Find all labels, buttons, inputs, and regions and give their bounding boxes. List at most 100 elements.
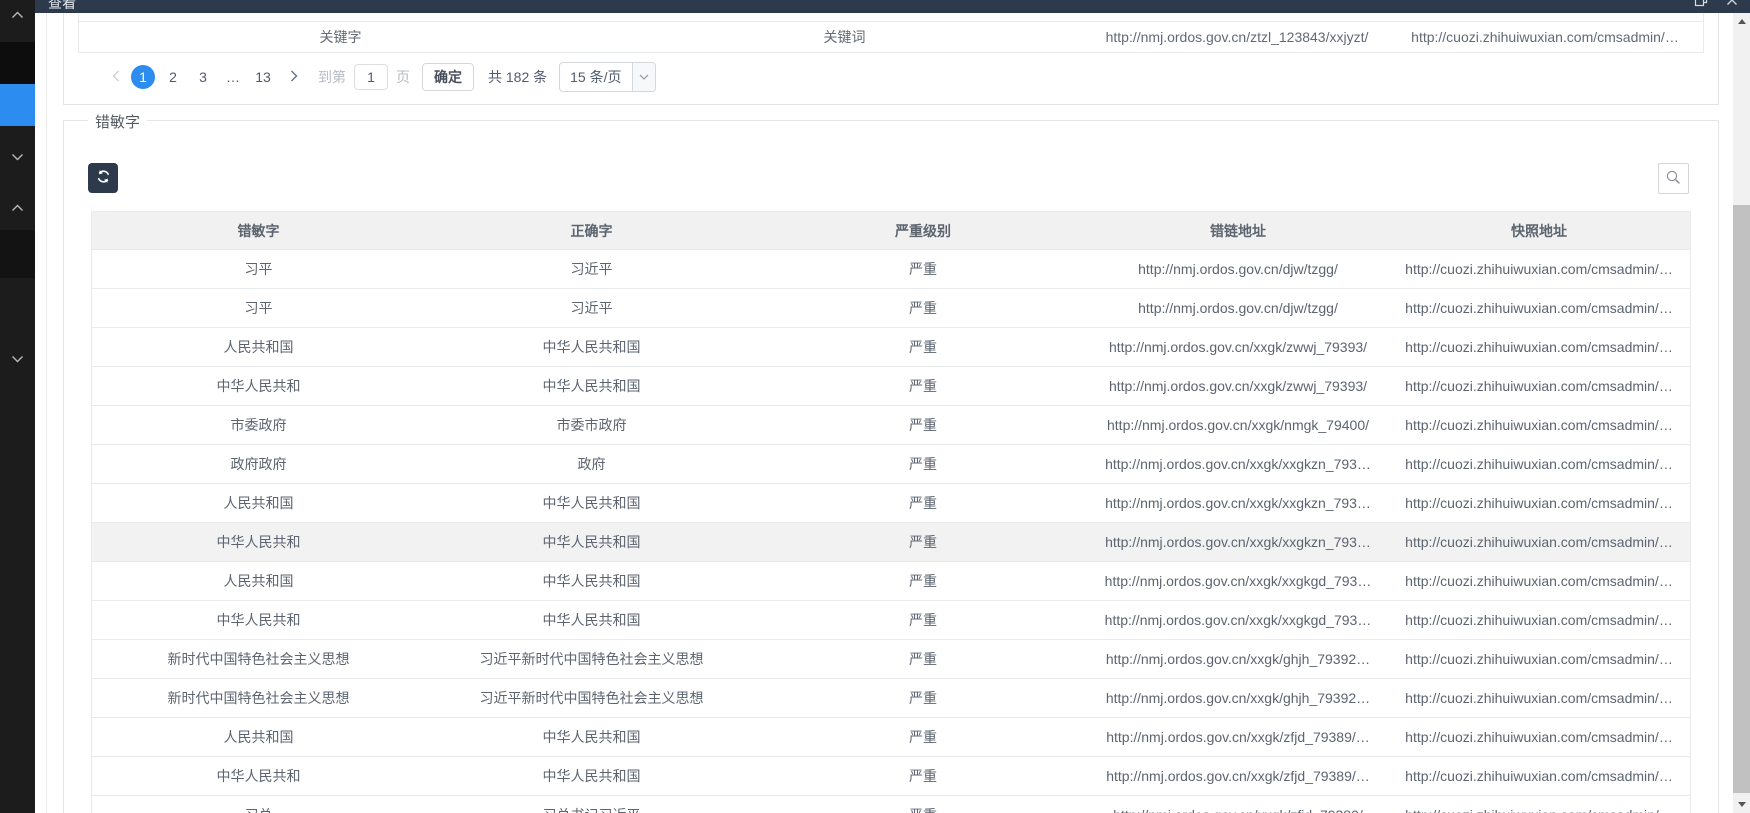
- table-cell: http://cuozi.zhihuiwuxian.com/cmsadmin/…: [1388, 729, 1690, 745]
- table-cell: 关键词: [602, 27, 1087, 47]
- table-row: 人民共和国 中华人民共和国 严重 http://nmj.ordos.gov.cn…: [92, 484, 1690, 523]
- page-size-value: 15 条/页: [560, 63, 631, 91]
- pagination: 123…13 到第 页 确定 共 182 条 15 条/页: [78, 57, 656, 97]
- sidebar-collapse-toggle[interactable]: [0, 199, 35, 215]
- table-cell: http://cuozi.zhihuiwuxian.com/cmsadmin/…: [1388, 300, 1690, 316]
- table-row: 中华人民共和 中华人民共和国 严重 http://nmj.ordos.gov.c…: [92, 367, 1690, 406]
- chevron-up-icon: [11, 6, 24, 22]
- table-cell: 新时代中国特色社会主义思想: [92, 649, 425, 669]
- column-header: 严重级别: [758, 221, 1088, 241]
- table-cell: http://cuozi.zhihuiwuxian.com/cmsadmin/…: [1388, 573, 1690, 589]
- chevron-down-icon: [632, 63, 655, 91]
- table-cell: 严重: [758, 766, 1088, 786]
- scrollbar-thumb[interactable]: [1733, 205, 1750, 793]
- window-restore-icon[interactable]: [1694, 0, 1708, 11]
- goto-confirm-button[interactable]: 确定: [422, 63, 474, 91]
- scrollbar-down-button[interactable]: [1733, 796, 1750, 813]
- arrow-up-icon: [1738, 19, 1746, 24]
- sidebar-expand-toggle[interactable]: [0, 148, 35, 164]
- table-cell: 市委市政府: [425, 415, 758, 435]
- table-cell: 严重: [758, 454, 1088, 474]
- sidebar-group-block: [0, 230, 35, 278]
- table-cell: 人民共和国: [92, 727, 425, 747]
- table-cell: 中华人民共和: [92, 610, 425, 630]
- table-cell: 习近平新时代中国特色社会主义思想: [425, 688, 758, 708]
- table-cell: 政府政府: [92, 454, 425, 474]
- window-close-icon[interactable]: [1726, 0, 1738, 10]
- table-cell: 习近平: [425, 259, 758, 279]
- table-row: 习平 习近平 严重 http://nmj.ordos.gov.cn/djw/tz…: [92, 250, 1690, 289]
- chevron-up-icon: [11, 199, 24, 215]
- table-cell: 中华人民共和国: [425, 571, 758, 591]
- error-words-table: 错敏字 正确字 严重级别 错链地址 快照地址 习平 习近平 严重 http://…: [91, 211, 1691, 813]
- table-cell: http://nmj.ordos.gov.cn/xxgk/xxgkzn_793…: [1088, 456, 1388, 472]
- table-row: 人民共和国 中华人民共和国 严重 http://nmj.ordos.gov.cn…: [92, 562, 1690, 601]
- table-row: 市委政府 市委市政府 严重 http://nmj.ordos.gov.cn/xx…: [92, 406, 1690, 445]
- total-count-label: 共 182 条: [488, 67, 547, 87]
- error-words-section: 错敏字 错敏字 正确字: [63, 120, 1719, 813]
- table-cell: 新时代中国特色社会主义思想: [92, 688, 425, 708]
- dialog-titlebar: 查看: [35, 0, 1750, 13]
- table-cell: 中华人民共和国: [425, 493, 758, 513]
- table-cell: 关键字: [79, 27, 602, 47]
- pagination-prev-button[interactable]: [104, 69, 128, 85]
- table-row: 人民共和国 中华人民共和国 严重 http://nmj.ordos.gov.cn…: [92, 718, 1690, 757]
- column-header: 快照地址: [1388, 221, 1690, 241]
- column-header: 错链地址: [1088, 221, 1388, 241]
- table-cell: http://nmj.ordos.gov.cn/djw/tzgg/: [1088, 261, 1388, 277]
- table-cell: 中华人民共和国: [425, 610, 758, 630]
- table-cell: 严重: [758, 493, 1088, 513]
- table-cell: http://nmj.ordos.gov.cn/xxgk/ghjh_79392…: [1088, 651, 1388, 667]
- table-cell: 习平: [92, 298, 425, 318]
- table-cell: 中华人民共和国: [425, 766, 758, 786]
- arrow-down-icon: [1738, 802, 1746, 807]
- table-cell: 中华人民共和国: [425, 376, 758, 396]
- sidebar-expand-toggle[interactable]: [0, 350, 35, 366]
- table-cell: 中华人民共和国: [425, 727, 758, 747]
- table-cell: 人民共和国: [92, 337, 425, 357]
- table-cell: http://cuozi.zhihuiwuxian.com/cmsadmin/…: [1388, 651, 1690, 667]
- table-cell: http://nmj.ordos.gov.cn/xxgk/zfjd_79389/…: [1088, 768, 1388, 784]
- pagination-next-button[interactable]: [282, 69, 306, 85]
- page-number[interactable]: 13: [251, 65, 275, 89]
- page-size-select[interactable]: 15 条/页: [559, 62, 655, 92]
- table-cell: http://nmj.ordos.gov.cn/ztzl_123843/xxjy…: [1087, 29, 1387, 45]
- table-cell: 习平: [92, 259, 425, 279]
- table-row: 中华人民共和 中华人民共和国 严重 http://nmj.ordos.gov.c…: [92, 601, 1690, 640]
- sidebar-item-active[interactable]: [0, 84, 35, 126]
- page-number[interactable]: 1: [131, 65, 155, 89]
- table-cell: http://nmj.ordos.gov.cn/djw/tzgg/: [1088, 300, 1388, 316]
- table-cell: 严重: [758, 298, 1088, 318]
- table-cell: http://cuozi.zhihuiwuxian.com/cmsadmin/…: [1388, 417, 1690, 433]
- refresh-icon: [96, 169, 111, 187]
- table-row: 中华人民共和 中华人民共和国 严重 http://nmj.ordos.gov.c…: [92, 757, 1690, 796]
- dialog-title: 查看: [48, 0, 76, 13]
- goto-page-input[interactable]: [354, 64, 388, 90]
- table-row: 中华人民共和 中华人民共和国 严重 http://nmj.ordos.gov.c…: [92, 523, 1690, 562]
- pagination-pages: 123…13: [128, 65, 278, 89]
- magnifier-icon: [1665, 169, 1682, 189]
- page-number[interactable]: 2: [161, 65, 185, 89]
- table-cell: 中华人民共和国: [425, 337, 758, 357]
- table-cell: 中华人民共和: [92, 376, 425, 396]
- table-cell: http://nmj.ordos.gov.cn/xxgk/xxgkgd_793…: [1088, 612, 1388, 628]
- table-cell: http://nmj.ordos.gov.cn/xxgk/zwwj_79393/: [1088, 339, 1388, 355]
- table-cell: http://nmj.ordos.gov.cn/xxgk/zwwj_79393/: [1088, 378, 1388, 394]
- screen: 查看 关键字 关键词 http://nmj.ordos.gov.cn/ztzl_…: [0, 0, 1750, 813]
- table-cell: 严重: [758, 259, 1088, 279]
- refresh-button[interactable]: [88, 163, 118, 193]
- table-cell: http://cuozi.zhihuiwuxian.com/cmsadmin/…: [1388, 495, 1690, 511]
- page-number[interactable]: 3: [191, 65, 215, 89]
- table-cell: http://cuozi.zhihuiwuxian.com/cmsadmin/…: [1388, 690, 1690, 706]
- page-number[interactable]: …: [221, 65, 245, 89]
- chevron-down-icon: [11, 148, 24, 164]
- table-cell: http://cuozi.zhihuiwuxian.com/cmsadmin/…: [1388, 807, 1690, 813]
- search-button[interactable]: [1658, 163, 1689, 194]
- sidebar-collapse-toggle[interactable]: [0, 6, 35, 22]
- goto-page-label: 到第: [318, 67, 346, 87]
- table-cell: http://cuozi.zhihuiwuxian.com/cmsadmin/…: [1388, 456, 1690, 472]
- table-cell: http://cuozi.zhihuiwuxian.com/cmsadmin/…: [1388, 339, 1690, 355]
- table-cell: http://nmj.ordos.gov.cn/xxgk/xxgkzn_793…: [1088, 534, 1388, 550]
- scrollbar-up-button[interactable]: [1733, 13, 1750, 30]
- table-row: 习总 习总书记习近平 严重 http://nmj.ordos.gov.cn/xx…: [92, 796, 1690, 813]
